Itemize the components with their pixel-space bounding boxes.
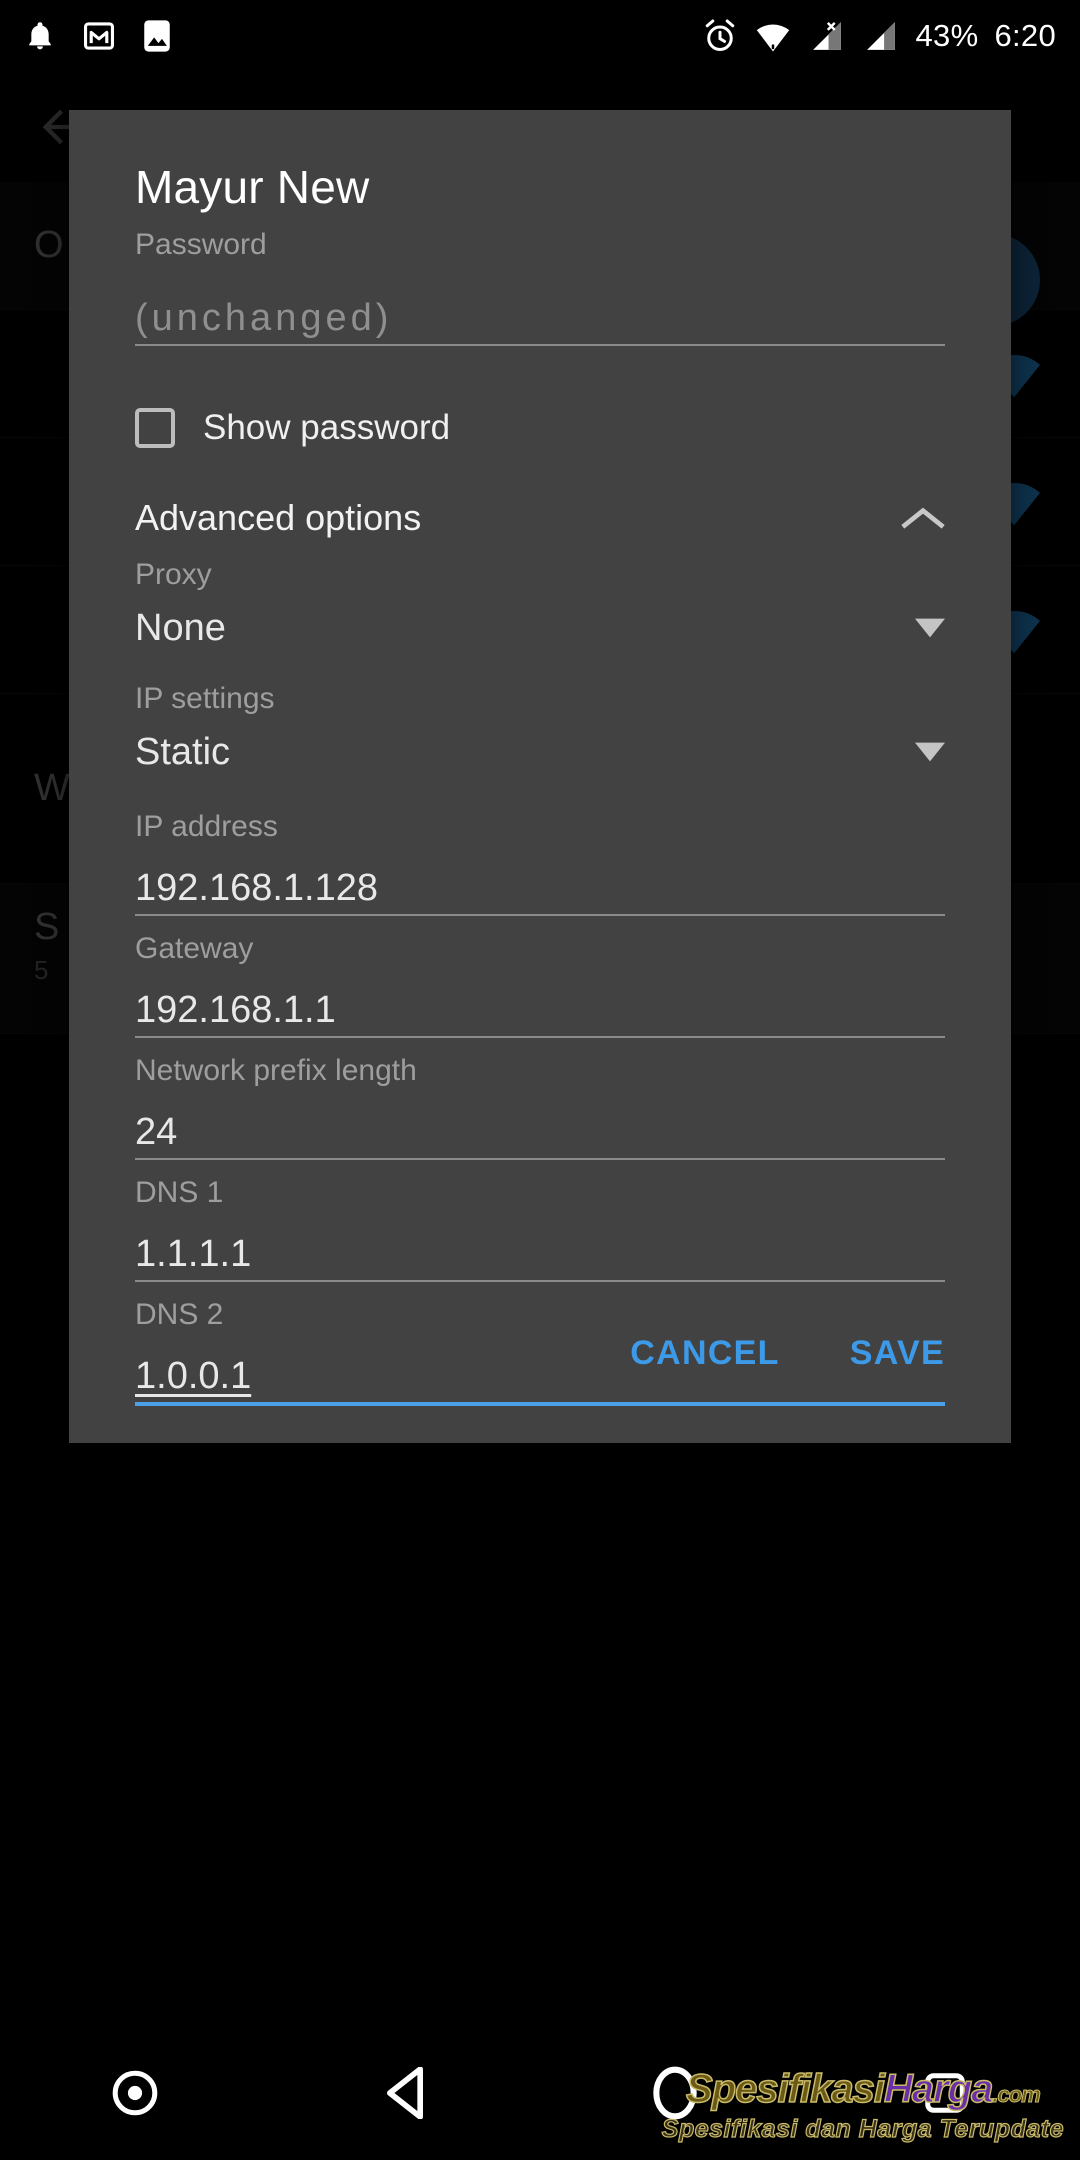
chevron-down-icon[interactable] — [915, 618, 945, 638]
ip-settings-label: IP settings — [135, 682, 275, 715]
dns1-value: 1.1.1.1 — [135, 1233, 252, 1275]
alarm-icon — [705, 19, 734, 51]
dns1-underline — [135, 1280, 945, 1282]
wifi-icon — [756, 24, 789, 52]
network-prefix-value: 24 — [135, 1111, 178, 1153]
show-password-row[interactable]: Show password — [135, 408, 945, 448]
ip-settings-spinner[interactable]: Static — [135, 716, 945, 788]
ip-address-input[interactable]: 192.168.1.128 — [135, 844, 945, 914]
phone-screen: O W S 5 — [0, 0, 1080, 2160]
password-label: Password — [135, 228, 267, 261]
status-bar: 43% 6:20 — [0, 0, 1080, 72]
proxy-value: None — [135, 606, 226, 649]
watermark-title: SpesifikasiHarga.com — [662, 2067, 1064, 2111]
ip-address-field-group: IP address 192.168.1.128 — [135, 810, 945, 916]
proxy-field-group: Proxy None — [135, 558, 945, 664]
ip-address-underline — [135, 914, 945, 916]
notification-bell-icon — [29, 22, 51, 50]
password-underline — [135, 344, 945, 346]
back-triangle-icon[interactable] — [382, 2067, 428, 2119]
dialog-title: Mayur New — [135, 161, 370, 213]
ip-settings-field-group: IP settings Static — [135, 682, 945, 788]
watermark-part3: .com — [992, 2082, 1041, 2107]
screenshot-button[interactable] — [0, 2068, 270, 2118]
dialog-button-bar: CANCEL SAVE — [69, 1293, 1011, 1443]
screenshot-dot-icon[interactable] — [110, 2068, 160, 2118]
watermark-part1: Spesifikasi — [685, 2067, 886, 2111]
advanced-options-label: Advanced options — [135, 497, 422, 538]
gateway-field-group: Gateway 192.168.1.1 — [135, 932, 945, 1038]
proxy-spinner[interactable]: None — [135, 592, 945, 664]
network-prefix-underline — [135, 1158, 945, 1160]
site-watermark: SpesifikasiHarga.com Spesifikasi dan Har… — [661, 2067, 1064, 2143]
gateway-underline — [135, 1036, 945, 1038]
ip-address-value: 192.168.1.128 — [135, 867, 379, 909]
network-prefix-label: Network prefix length — [135, 1054, 417, 1087]
signal-sim1-icon — [812, 21, 841, 50]
cancel-button[interactable]: CANCEL — [630, 1334, 779, 1373]
photo-icon — [144, 20, 170, 52]
show-password-label: Show password — [203, 408, 451, 447]
dns1-label: DNS 1 — [135, 1176, 224, 1209]
gateway-label: Gateway — [135, 932, 254, 965]
signal-sim2-icon — [866, 22, 895, 50]
gateway-input[interactable]: 192.168.1.1 — [135, 966, 945, 1036]
chevron-down-icon[interactable] — [915, 742, 945, 762]
password-field-group: Password (unchanged) — [135, 228, 945, 346]
dns1-input[interactable]: 1.1.1.1 — [135, 1210, 945, 1280]
chevron-up-icon[interactable] — [901, 505, 945, 531]
save-button[interactable]: SAVE — [850, 1334, 945, 1373]
gmail-icon — [83, 22, 115, 50]
dns1-field-group: DNS 1 1.1.1.1 — [135, 1176, 945, 1282]
password-input[interactable]: (unchanged) — [135, 262, 945, 344]
gateway-value: 192.168.1.1 — [135, 989, 336, 1031]
ip-settings-value: Static — [135, 730, 231, 773]
battery-percent: 43% — [915, 18, 979, 53]
password-placeholder: (unchanged) — [135, 297, 393, 339]
watermark-tagline: Spesifikasi dan Harga Terupdate — [661, 2115, 1064, 2143]
proxy-label: Proxy — [135, 558, 212, 591]
clock: 6:20 — [994, 18, 1056, 53]
ip-address-label: IP address — [135, 810, 278, 843]
advanced-options-row[interactable]: Advanced options — [135, 488, 945, 548]
network-prefix-field-group: Network prefix length 24 — [135, 1054, 945, 1160]
network-prefix-input[interactable]: 24 — [135, 1088, 945, 1158]
back-button[interactable] — [270, 2067, 540, 2119]
watermark-part2: Harga — [883, 2067, 994, 2111]
show-password-checkbox[interactable] — [135, 408, 175, 448]
wifi-config-dialog: Mayur New Password (unchanged) Show pass… — [69, 110, 1011, 1443]
